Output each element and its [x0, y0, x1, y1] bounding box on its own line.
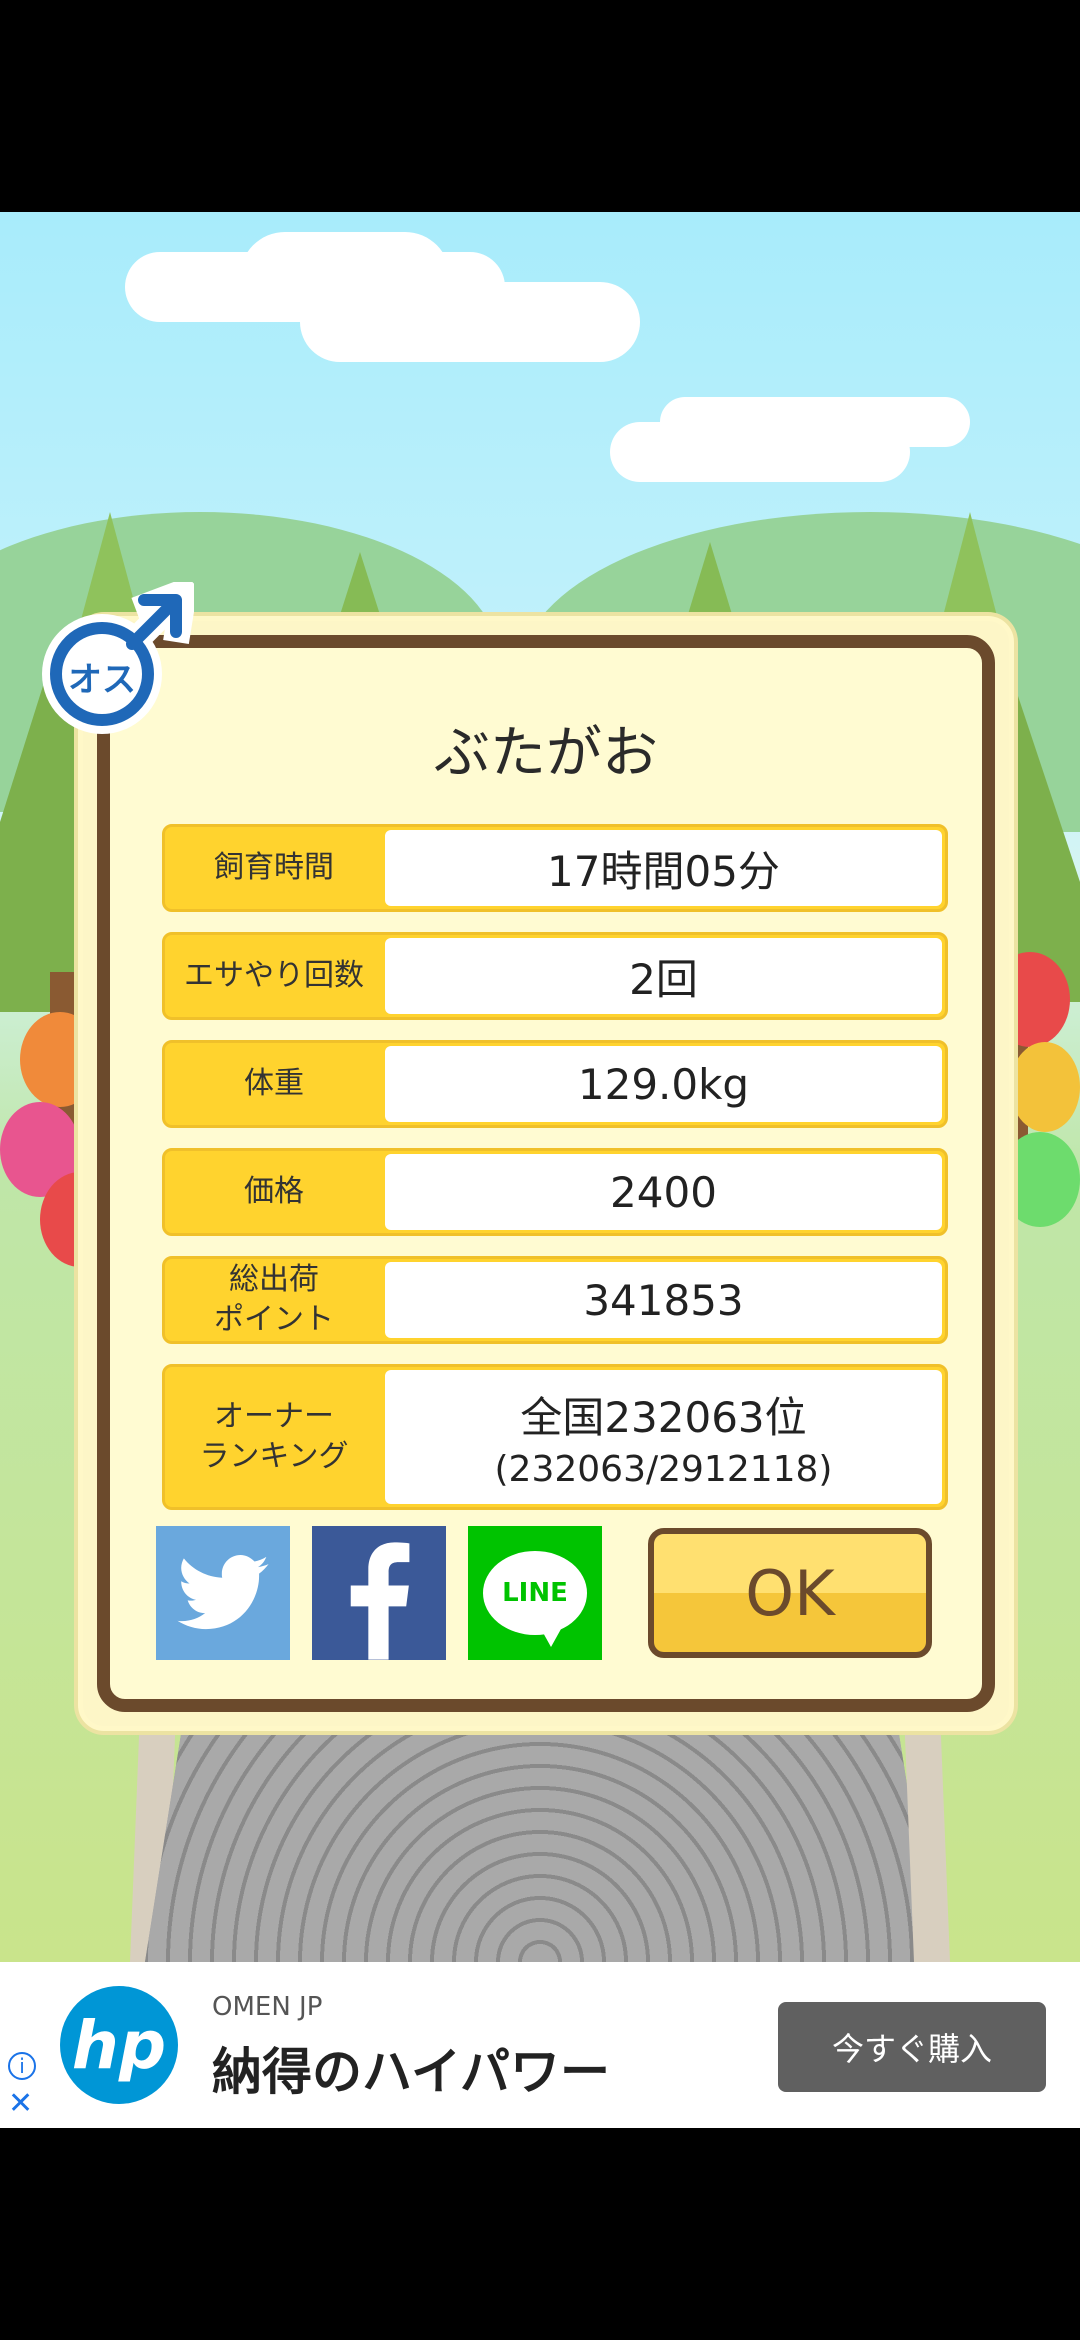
facebook-share-button[interactable] — [312, 1526, 446, 1660]
hp-logo: hp — [60, 1986, 178, 2104]
stat-label: 体重 — [244, 1066, 304, 1101]
ad-buy-now-button[interactable]: 今すぐ購入 — [778, 2002, 1046, 2092]
twitter-share-button[interactable] — [156, 1526, 290, 1660]
navigation-bar-area — [0, 2128, 1080, 2340]
twitter-icon — [177, 1555, 269, 1630]
ranking-value: 全国232063位 — [520, 1393, 807, 1442]
ad-brand: OMEN JP — [212, 1992, 323, 2022]
stat-row-weight: 体重 129.0kg — [162, 1040, 948, 1128]
stat-label: 総出荷 ポイント — [214, 1262, 334, 1337]
stat-label: 価格 — [244, 1174, 304, 1209]
stat-value: 2回 — [385, 938, 942, 1014]
stat-value: 341853 — [385, 1262, 942, 1338]
pig-name-title: ぶたがお — [434, 721, 658, 786]
stat-value: 129.0kg — [385, 1046, 942, 1122]
stat-label: エサやり回数 — [184, 958, 364, 993]
stat-value: 全国232063位 (232063/2912118) — [385, 1370, 942, 1504]
ok-button[interactable]: OK — [648, 1528, 932, 1658]
line-icon: LINE — [483, 1551, 587, 1647]
ad-info-icon[interactable]: i — [8, 2052, 36, 2080]
dialog-frame: ぶたがお 飼育時間 17時間05分 エサやり回数 2回 体重 129.0kg 価… — [97, 635, 995, 1712]
pig-status-dialog: ぶたがお 飼育時間 17時間05分 エサやり回数 2回 体重 129.0kg 価… — [78, 616, 1014, 1731]
status-bar-area — [0, 0, 1080, 212]
line-share-button[interactable]: LINE — [468, 1526, 602, 1660]
ad-banner[interactable]: hp OMEN JP 納得のハイパワー 今すぐ購入 i ✕ — [0, 1962, 1080, 2128]
stat-label: オーナー ランキング — [199, 1399, 349, 1474]
stat-row-feed-count: エサやり回数 2回 — [162, 932, 948, 1020]
stat-row-owner-ranking: オーナー ランキング 全国232063位 (232063/2912118) — [162, 1364, 948, 1510]
stat-value: 2400 — [385, 1154, 942, 1230]
male-gender-badge: オス — [36, 579, 197, 740]
stat-label: 飼育時間 — [214, 850, 334, 885]
stat-row-price: 価格 2400 — [162, 1148, 948, 1236]
stat-row-breeding-time: 飼育時間 17時間05分 — [162, 824, 948, 912]
facebook-icon — [350, 1542, 410, 1660]
stat-row-total-shipping-points: 総出荷 ポイント 341853 — [162, 1256, 948, 1344]
stat-value: 17時間05分 — [385, 830, 942, 906]
ad-close-icon[interactable]: ✕ — [8, 2086, 33, 2121]
ad-headline: 納得のハイパワー — [212, 2043, 610, 2101]
gender-label: オス — [68, 660, 136, 700]
ranking-detail: (232063/2912118) — [494, 1449, 833, 1490]
